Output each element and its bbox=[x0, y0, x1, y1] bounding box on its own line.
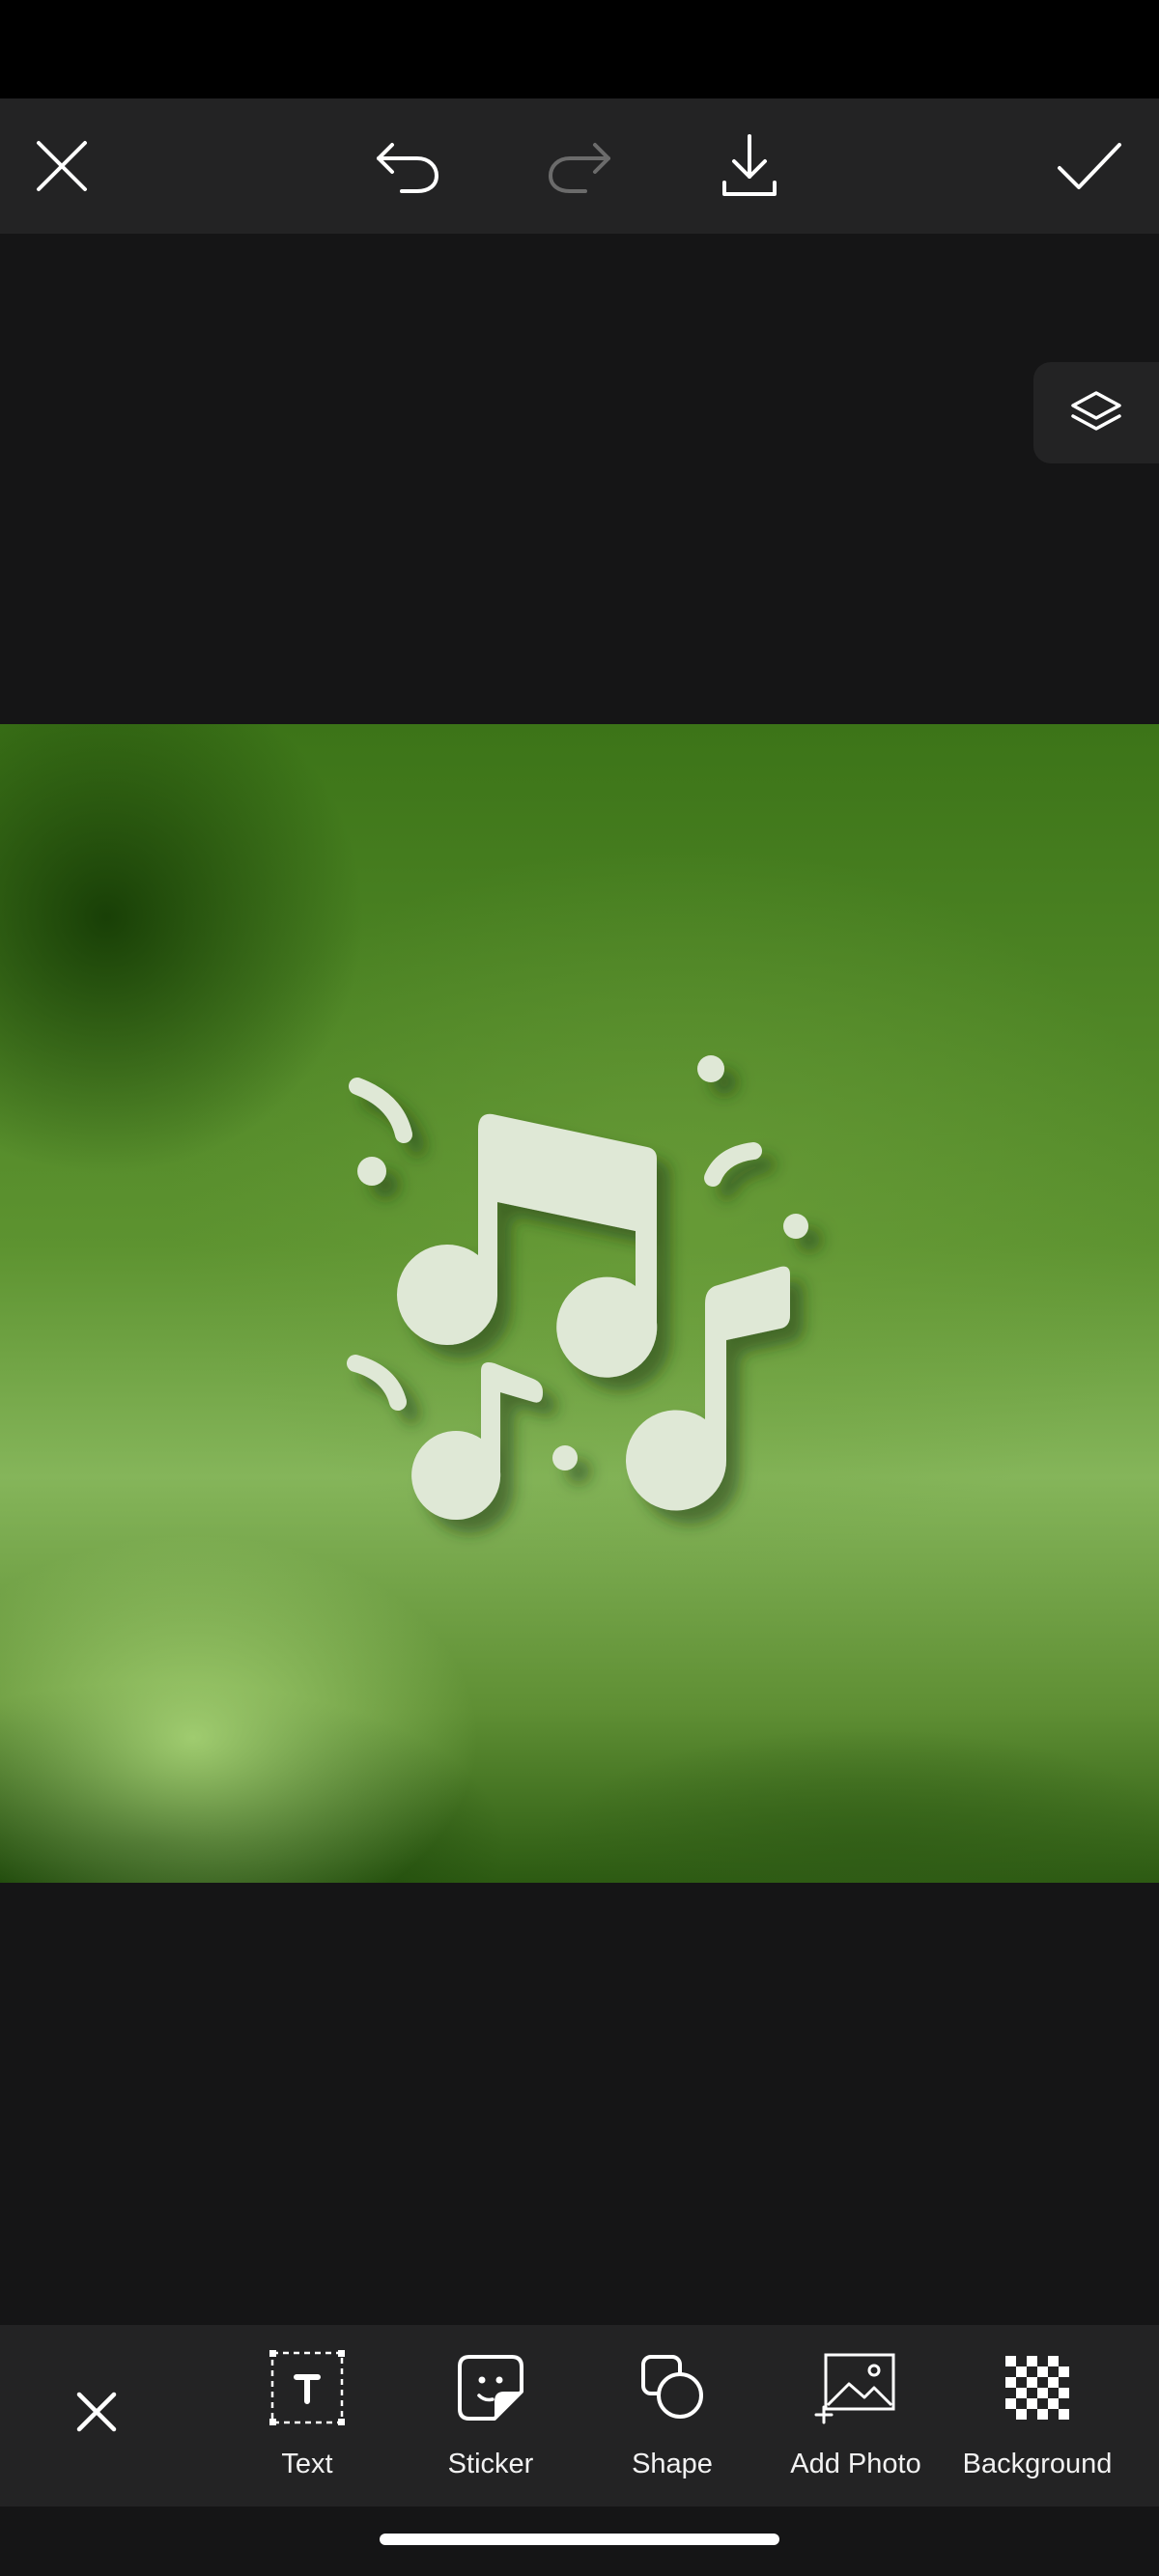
close-icon bbox=[76, 2392, 117, 2432]
tool-sticker[interactable]: Sticker bbox=[404, 2344, 578, 2499]
tool-add-photo-label: Add Photo bbox=[790, 2449, 921, 2479]
close-icon bbox=[37, 141, 87, 191]
add-photo-icon bbox=[814, 2353, 895, 2424]
tool-sticker-label: Sticker bbox=[447, 2449, 534, 2479]
redo-icon bbox=[548, 143, 610, 193]
undo-button[interactable] bbox=[359, 118, 456, 214]
bottom-toolbar: Text Sticker Shape Add Photo Background bbox=[0, 2325, 1159, 2506]
top-toolbar bbox=[0, 98, 1159, 234]
canvas-image[interactable] bbox=[0, 724, 1159, 1883]
layers-button[interactable] bbox=[1033, 362, 1159, 463]
tool-shape[interactable]: Shape bbox=[585, 2344, 759, 2499]
background-icon bbox=[1005, 2356, 1069, 2420]
tool-background-label: Background bbox=[962, 2449, 1113, 2479]
tool-text[interactable]: Text bbox=[220, 2344, 394, 2499]
status-bar bbox=[0, 0, 1159, 98]
download-button[interactable] bbox=[701, 118, 798, 214]
download-icon bbox=[722, 134, 777, 196]
shape-icon bbox=[641, 2355, 703, 2419]
tool-add-photo[interactable]: Add Photo bbox=[769, 2344, 943, 2499]
sticker-icon bbox=[458, 2355, 523, 2421]
close-tools-button[interactable] bbox=[58, 2373, 135, 2450]
home-indicator bbox=[380, 2534, 779, 2545]
close-button[interactable] bbox=[14, 118, 110, 214]
confirm-button[interactable] bbox=[1041, 118, 1138, 214]
redo-button[interactable] bbox=[531, 118, 628, 214]
tool-text-label: Text bbox=[281, 2449, 333, 2479]
text-icon bbox=[269, 2350, 345, 2425]
music-notes-graphic bbox=[347, 1055, 808, 1521]
layers-icon bbox=[1071, 390, 1121, 431]
checkmark-icon bbox=[1058, 143, 1121, 189]
tool-background[interactable]: Background bbox=[950, 2344, 1124, 2499]
tool-shape-label: Shape bbox=[632, 2449, 713, 2479]
undo-icon bbox=[377, 143, 439, 193]
